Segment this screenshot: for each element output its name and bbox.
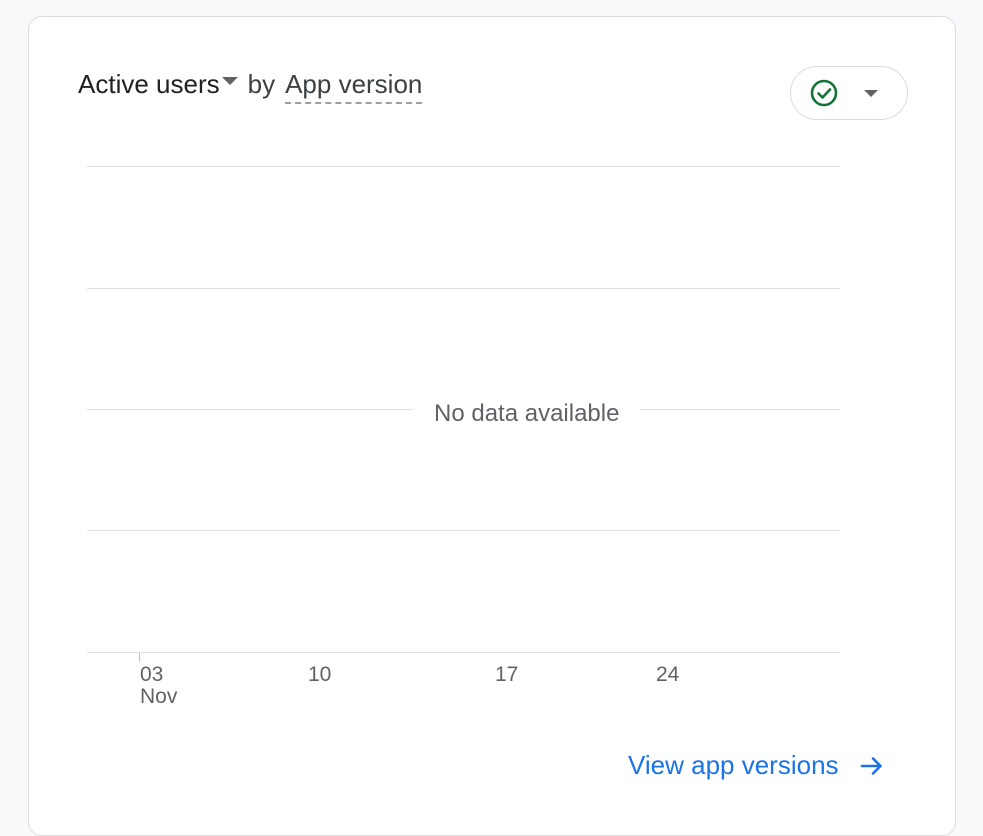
x-axis-baseline <box>87 652 840 653</box>
metric-label: Active users <box>78 69 220 99</box>
card-title: Active users by App version <box>78 69 423 104</box>
chevron-down-icon <box>864 89 878 97</box>
caret-down-icon <box>221 76 238 85</box>
x-tick-label-1: 10 <box>308 664 331 686</box>
view-app-versions-link[interactable]: View app versions <box>628 750 885 781</box>
comparison-status-button[interactable] <box>790 66 908 120</box>
gridline <box>87 166 840 167</box>
dimension-selector[interactable]: App version <box>285 69 423 104</box>
gridline <box>87 530 840 531</box>
gridline <box>87 288 840 289</box>
no-data-message: No data available <box>413 399 641 429</box>
active-users-by-app-version-card: Active users by App version No data avai… <box>28 16 956 836</box>
x-tick-day: 17 <box>495 663 519 686</box>
arrow-forward-icon <box>860 756 882 775</box>
x-tick-mark <box>139 653 140 662</box>
x-tick-label-0: 03 Nov <box>140 664 177 708</box>
view-app-versions-label: View app versions <box>628 750 839 780</box>
metric-selector[interactable]: Active users <box>78 69 238 100</box>
x-tick-day: 24 <box>656 663 680 686</box>
x-tick-day: 10 <box>308 663 332 686</box>
line-chart-area: No data available 03 Nov 10 17 24 <box>87 166 840 708</box>
check-circle-icon <box>810 79 838 107</box>
x-tick-day: 03 <box>140 663 164 686</box>
x-tick-month: Nov <box>140 685 178 708</box>
x-tick-label-3: 24 <box>656 664 679 686</box>
by-label: by <box>247 69 276 99</box>
x-tick-label-2: 17 <box>495 664 518 686</box>
